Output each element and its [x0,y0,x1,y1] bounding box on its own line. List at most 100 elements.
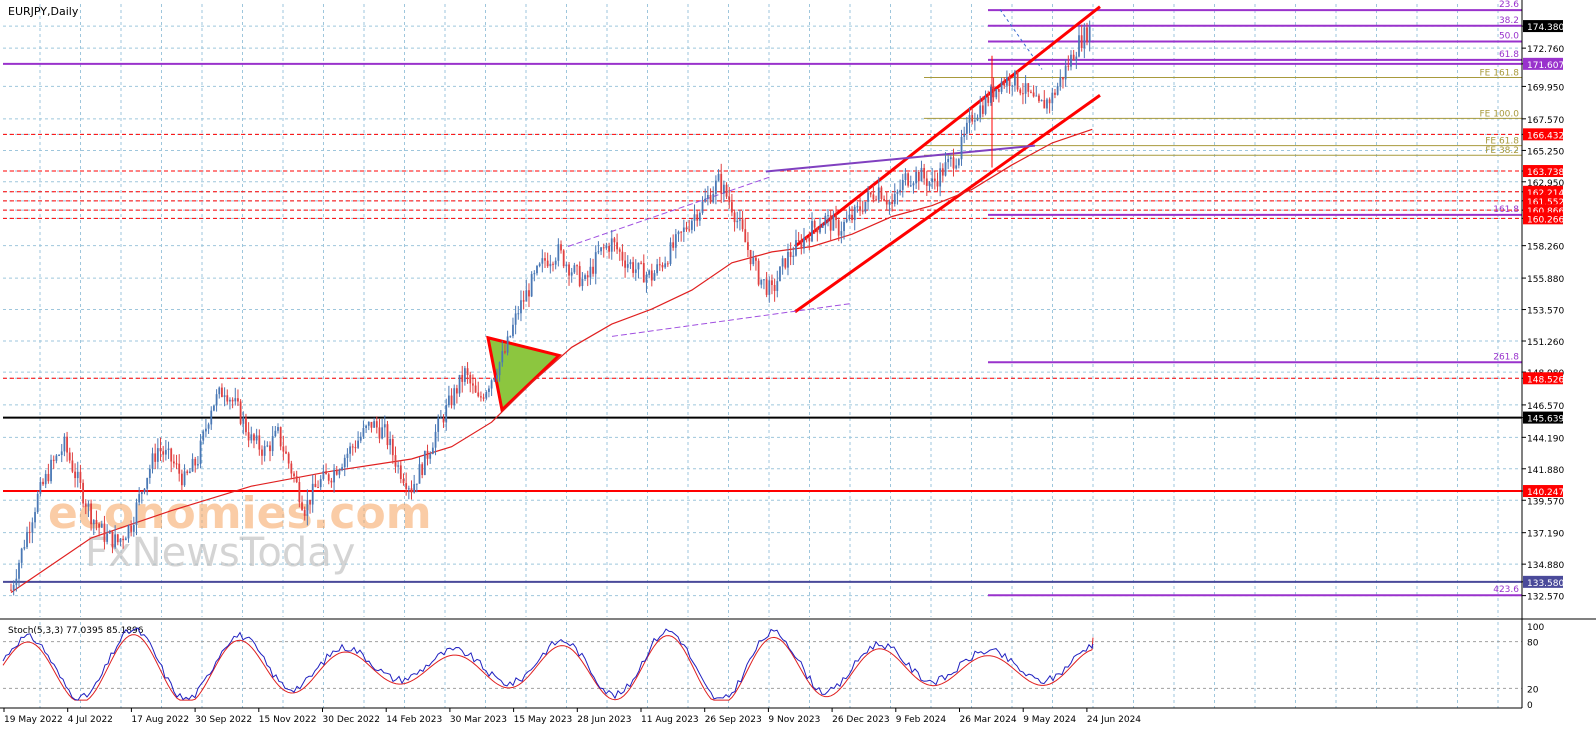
candle-body [944,162,947,176]
candle-body [47,473,50,482]
candle-body [872,194,875,200]
candle-body [132,525,135,532]
candle-body [1086,27,1088,42]
candle-body [207,424,210,429]
candle-body [431,447,434,454]
candle-body [704,198,707,202]
candle-body [261,449,263,456]
price-tick-label: 163.738 [1527,168,1564,178]
candle-body [1062,77,1064,80]
candle-body [423,450,426,475]
candle-body [677,231,680,235]
candle-body [357,440,359,448]
candle-body [731,202,733,213]
candle-body [23,547,26,549]
candle-body [506,336,509,353]
fe-level-label: FE 38.2 [1485,146,1519,156]
candle-body [44,473,47,485]
candle-body [530,274,533,297]
candle-body [851,214,853,221]
price-tick-label: 167.570 [1527,116,1564,126]
candle-body [1067,65,1070,67]
fib-level-label: 50.0 [1499,31,1519,41]
candle-body [108,531,111,534]
candle-body [936,180,939,187]
stoch-signal-line [2,634,1094,701]
candle-body [725,184,728,197]
candle-body [474,385,477,393]
candle-body [346,453,349,458]
candle-body [741,219,744,230]
candle-body [450,395,453,406]
candle-body [215,394,218,406]
candle-body [164,449,167,455]
candle-body [581,279,584,287]
candle-body [920,167,923,182]
candle-body [124,538,127,541]
candle-body [458,374,461,394]
candle-body [637,262,640,270]
stoch-tick-label: 20 [1527,685,1539,695]
candle-body [912,183,915,186]
candle-body [546,260,549,267]
candle-body [226,395,229,402]
candle-body [418,464,421,484]
candle-body [335,469,338,475]
candle-body [391,438,394,456]
candle-body [1006,77,1008,86]
candle-body [520,300,522,314]
grid [3,4,1522,708]
candle-body [180,473,183,486]
time-tick-label: 15 May 2023 [514,715,573,725]
candle-body [439,417,442,419]
candle-body [880,187,883,199]
candle-body [626,264,629,268]
candle-body [714,180,717,194]
candle-body [949,157,952,159]
candle-body [968,115,971,123]
chart[interactable]: economies.com FxNewsToday 23.6 38.2 50.0 61.… [0,0,1596,743]
candle-body [1048,99,1051,104]
candle-body [685,227,688,230]
candle-body [1008,77,1011,87]
candle-body [258,435,261,450]
candle-body [1043,100,1046,109]
candle-body [116,534,119,543]
candle-body [512,324,514,337]
candle-body [421,464,424,475]
candle-body [269,445,271,452]
candle-body [952,157,955,169]
candle-body [42,481,44,485]
candle-body [175,463,178,465]
candle-body [82,482,84,504]
candle-body [979,105,982,118]
price-tick-label: 174.380 [1527,23,1564,33]
time-tick-label: 28 Jun 2023 [577,715,631,725]
candle-body [1022,93,1024,95]
candle-body [1016,71,1019,90]
candle-body [365,425,368,429]
candle-body [343,457,346,468]
candle-body [466,368,469,375]
candle-body [295,476,298,483]
price-tick-label: 169.950 [1527,83,1564,93]
candle-body [407,488,410,490]
candle-body [482,397,485,399]
candle-body [58,455,60,457]
candle-body [154,453,157,462]
candle-body [893,193,896,204]
stoch-tick-label: 0 [1527,701,1533,711]
time-tick-label: 24 Jun 2024 [1087,715,1141,725]
candle-body [963,133,966,137]
candle-body [594,252,597,274]
candle-body [191,458,194,472]
candle-body [293,473,295,477]
candle-body [544,258,546,261]
candle-body [239,401,242,424]
candle-body [859,206,861,211]
candle-body [835,215,837,221]
price-tick-label: 166.432 [1527,131,1564,141]
candle-body [442,417,445,423]
candle-body [114,534,117,548]
candle-body [247,432,250,441]
